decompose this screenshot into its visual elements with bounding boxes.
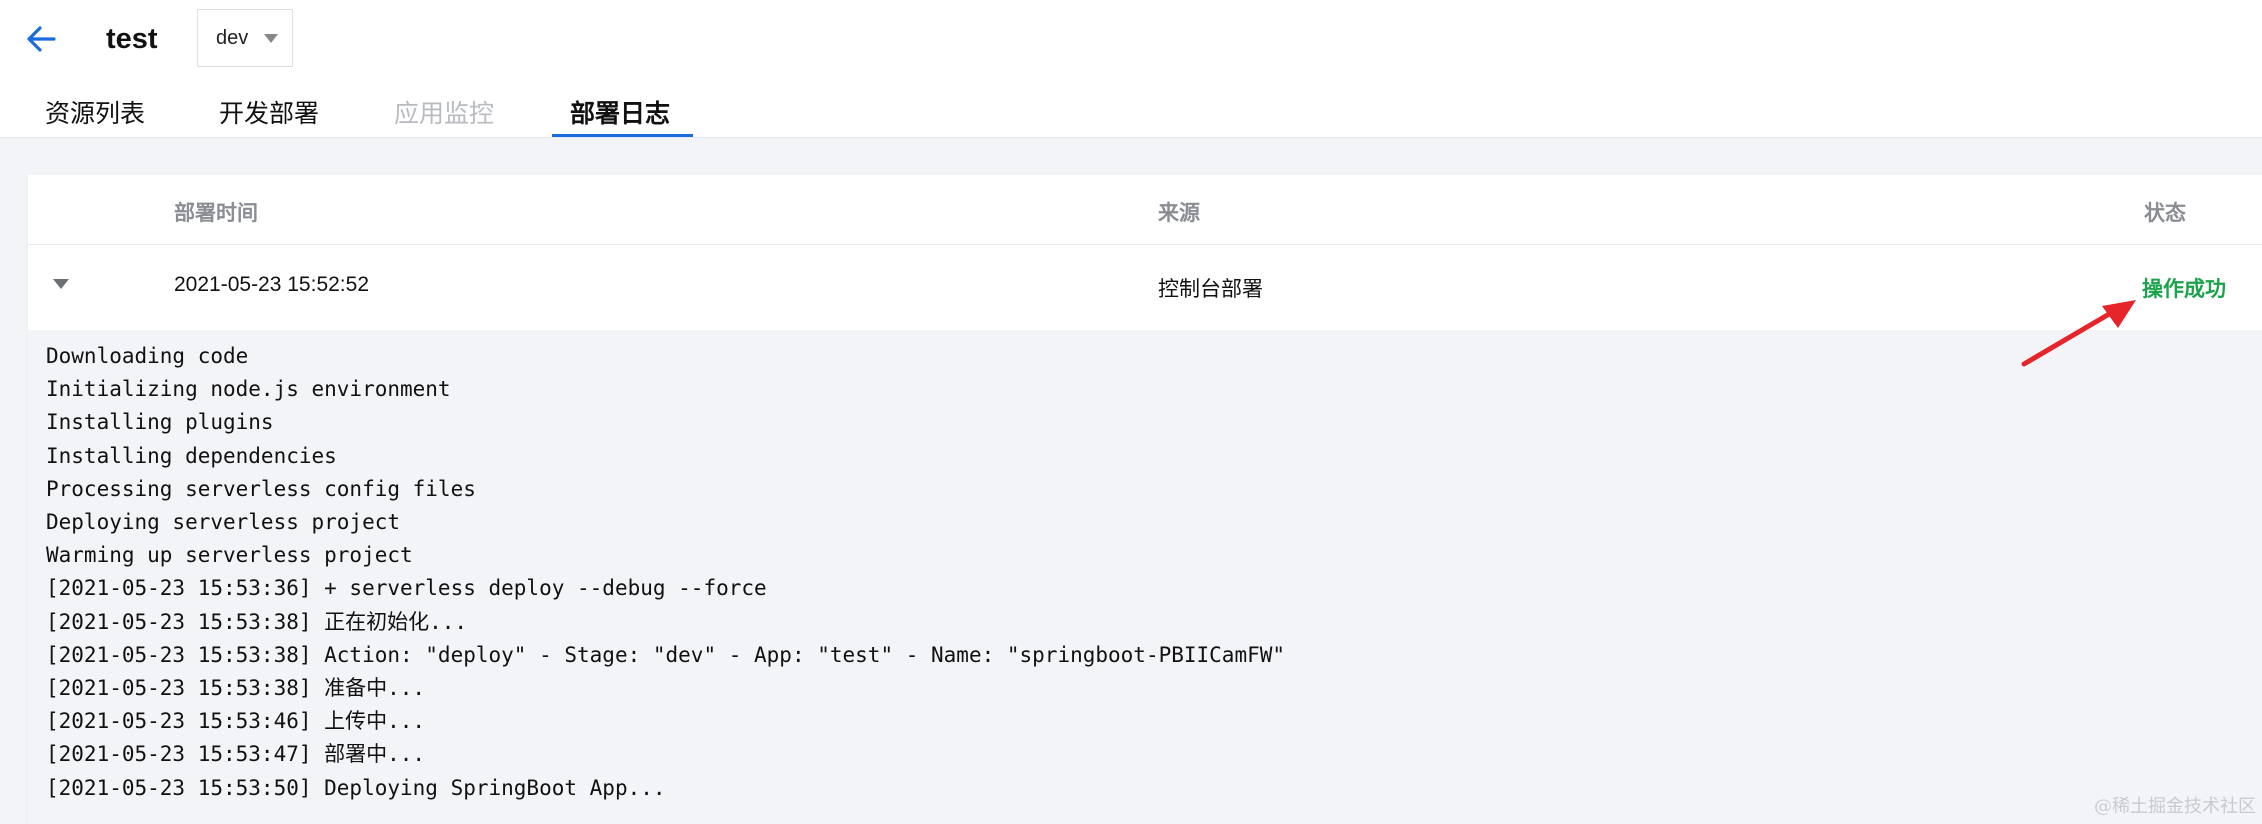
log-line: [2021-05-23 15:53:47] 部署中... [46, 742, 426, 767]
log-line: [2021-05-23 15:53:38] 正在初始化... [46, 609, 468, 634]
red-arrow-icon [2021, 300, 2136, 367]
deploy-log-panel: 部署时间 来源 状态 2021-05-23 15:52:52 控制台部署 操作成… [28, 175, 2262, 824]
log-line: Installing plugins [46, 410, 274, 435]
deploy-source: 控制台部署 [1158, 278, 1263, 301]
tab-dev-deploy[interactable]: 开发部署 [219, 96, 319, 132]
env-select[interactable]: dev [197, 9, 293, 67]
env-select-value: dev [216, 26, 249, 49]
watermark: @稀土掘金技术社区 [2094, 796, 2256, 817]
app-title: test [106, 23, 158, 55]
column-header-time: 部署时间 [174, 202, 258, 225]
caret-down-icon [264, 34, 278, 43]
log-lines: Downloading code Initializing node.js env… [46, 340, 1285, 805]
log-line: Warming up serverless project [46, 543, 413, 568]
table-header: 部署时间 来源 状态 [28, 175, 2262, 245]
deploy-log-output: Downloading code Initializing node.js env… [28, 330, 2262, 824]
column-header-source: 来源 [1158, 202, 1200, 225]
tab-resource-list[interactable]: 资源列表 [45, 96, 145, 132]
log-line: Initializing node.js environment [46, 377, 451, 402]
log-line: Installing dependencies [46, 443, 337, 468]
table-row[interactable]: 2021-05-23 15:52:52 控制台部署 操作成功 [28, 245, 2262, 330]
active-tab-indicator [552, 134, 693, 137]
log-line: [2021-05-23 15:53:46] 上传中... [46, 709, 426, 734]
arrow-left-icon[interactable] [24, 22, 58, 56]
tab-bar: 资源列表 开发部署 应用监控 部署日志 [0, 88, 900, 138]
log-line: [2021-05-23 15:53:36] + serverless deplo… [46, 576, 767, 601]
tab-deploy-log[interactable]: 部署日志 [570, 96, 670, 132]
column-header-status: 状态 [2144, 202, 2186, 225]
log-line: Processing serverless config files [46, 476, 476, 501]
status-badge: 操作成功 [2142, 278, 2226, 301]
log-line: [2021-05-23 15:53:38] 准备中... [46, 676, 426, 701]
app-header: test dev 资源列表 开发部署 应用监控 部署日志 [0, 0, 2262, 138]
log-line: [2021-05-23 15:53:50] Deploying SpringBo… [46, 775, 666, 800]
log-line: [2021-05-23 15:53:38] Action: "deploy" -… [46, 642, 1286, 667]
caret-down-icon[interactable] [53, 279, 69, 289]
log-line: Downloading code [46, 344, 249, 368]
deploy-time: 2021-05-23 15:52:52 [174, 273, 369, 296]
tab-app-monitor: 应用监控 [394, 100, 495, 128]
log-line: Deploying serverless project [46, 510, 401, 535]
